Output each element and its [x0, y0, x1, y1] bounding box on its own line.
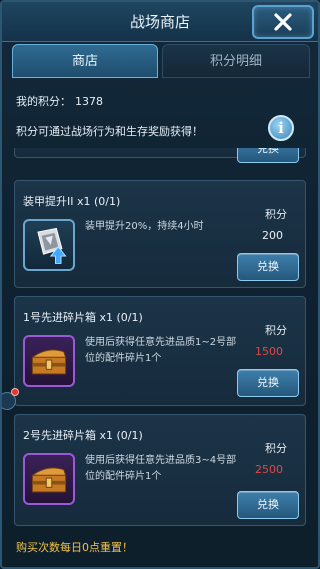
item-description: 使用后获得任意先进品质1~2号部位的配件碎片1个 — [85, 337, 237, 364]
shop-window: 战场商店 商店 积分明细 我的积分： 1378 积分可通过战场行为和生存奖励获得！… — [0, 0, 320, 569]
exchange-button[interactable]: 兑换 — [237, 369, 299, 397]
item-name: 装甲提升II x1 (0/1) — [23, 195, 121, 208]
score-label: 积分 — [265, 442, 287, 455]
exchange-button[interactable]: 兑换 — [237, 253, 299, 281]
item-name: 1号先进碎片箱 x1 (0/1) — [23, 311, 143, 324]
item-description: 使用后获得任意先进品质3~4号部位的配件碎片1个 — [85, 455, 237, 482]
title-bar: 战场商店 — [2, 2, 318, 42]
armor-upgrade-icon — [23, 219, 75, 271]
score-label: 积分 — [265, 324, 287, 337]
list-item: 2号先进碎片箱 x1 (0/1) 使用后获得任意先进品质3~4号部位的配件碎片1… — [14, 414, 306, 526]
points-value: 1378 — [75, 95, 103, 108]
close-icon — [274, 13, 292, 31]
close-button[interactable] — [252, 5, 314, 39]
chest-icon — [23, 335, 75, 387]
notification-dot — [11, 388, 19, 396]
info-icon[interactable]: i — [268, 115, 294, 141]
tab-shop[interactable]: 商店 — [12, 44, 158, 78]
points-info-text: 积分可通过战场行为和生存奖励获得！ — [16, 125, 203, 138]
reset-notice: 购买次数每日0点重置！ — [16, 541, 133, 554]
list-item: 兑换 — [14, 148, 306, 163]
item-description: 装甲提升20%，持续4小时 — [85, 221, 204, 232]
item-name: 2号先进碎片箱 x1 (0/1) — [23, 429, 143, 442]
score-value: 1500 — [255, 345, 283, 358]
chest-icon — [23, 453, 75, 505]
points-label: 我的积分： — [16, 95, 71, 108]
tab-bar: 商店 积分明细 — [12, 44, 310, 80]
score-label: 积分 — [265, 208, 287, 221]
tab-points-detail[interactable]: 积分明细 — [162, 44, 310, 78]
item-list[interactable]: 兑换 装甲提升II x1 (0/1) 装甲提升20%，持续4小时 积分 200 … — [14, 148, 306, 538]
score-value: 2500 — [255, 463, 283, 476]
my-points: 我的积分： 1378 — [16, 93, 103, 109]
list-item: 装甲提升II x1 (0/1) 装甲提升20%，持续4小时 积分 200 兑换 — [14, 180, 306, 288]
exchange-button[interactable]: 兑换 — [237, 148, 299, 163]
list-item: 1号先进碎片箱 x1 (0/1) 使用后获得任意先进品质1~2号部位的配件碎片1… — [14, 296, 306, 406]
exchange-button[interactable]: 兑换 — [237, 491, 299, 519]
score-value: 200 — [262, 229, 283, 242]
